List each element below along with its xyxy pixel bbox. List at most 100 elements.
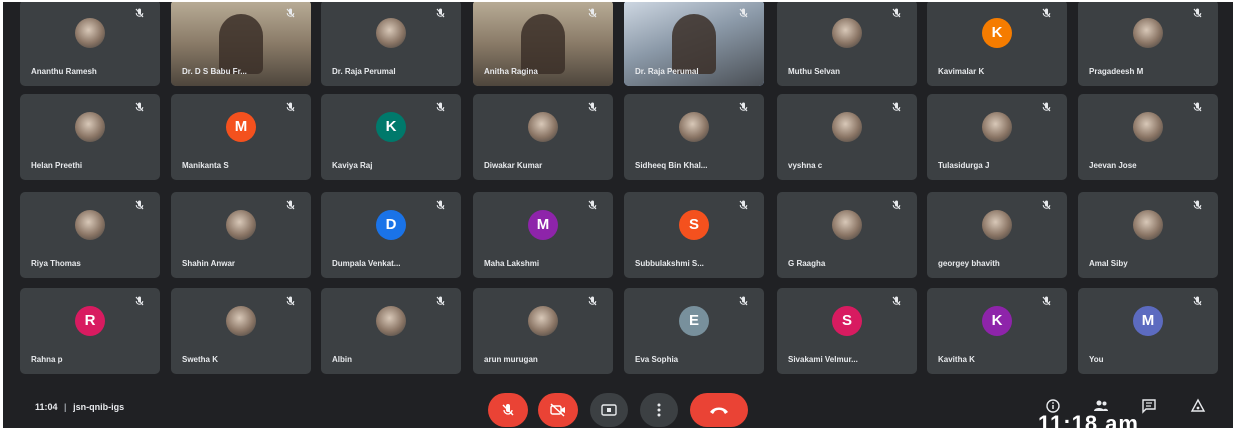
participant-tile[interactable]: G Raagha [777,192,917,278]
participant-name: G Raagha [788,259,826,268]
participant-tile[interactable]: R Rahna p [20,288,160,374]
participant-avatar [1133,210,1163,240]
participant-name: Amal Siby [1089,259,1128,268]
participant-avatar [75,210,105,240]
camera-toggle-button[interactable] [538,393,578,427]
participant-avatar [226,210,256,240]
camera-off-icon [550,403,565,417]
mic-muted-icon [1193,198,1202,210]
participant-avatar [832,18,862,48]
participant-tile[interactable]: Shahin Anwar [171,192,311,278]
participant-tile[interactable]: Helan Preethi [20,94,160,180]
participant-tile[interactable]: Riya Thomas [20,192,160,278]
participant-avatar: K [376,112,406,142]
chat-icon[interactable] [1141,398,1157,414]
meeting-details: 11:04 | jsn-qnib-igs [35,402,124,412]
participant-tile[interactable]: Amal Siby [1078,192,1218,278]
mic-muted-icon [135,294,144,306]
participant-name: Anitha Ragina [484,67,538,76]
participant-tile[interactable]: Pragadeesh M [1078,2,1218,86]
participant-name: Kavitha K [938,355,975,364]
mic-muted-icon [588,294,597,306]
participant-avatar [679,112,709,142]
mic-off-icon [502,404,514,416]
participant-tile[interactable]: arun murugan [473,288,613,374]
participant-name: Sidheeq Bin Khal... [635,161,708,170]
participant-tile[interactable]: M Manikanta S [171,94,311,180]
participant-tile[interactable]: Dr. D S Babu Fr... [171,2,311,86]
participant-tile[interactable]: Albin [321,288,461,374]
mic-muted-icon [1042,198,1051,210]
participant-name: Dumpala Venkat... [332,259,401,268]
participant-tile[interactable]: S Sivakami Velmur... [777,288,917,374]
participant-tile[interactable]: Diwakar Kumar [473,94,613,180]
participant-tile[interactable]: D Dumpala Venkat... [321,192,461,278]
participant-name: Kaviya Raj [332,161,373,170]
mic-muted-icon [892,294,901,306]
end-call-icon [710,407,728,414]
mic-toggle-button[interactable] [488,393,528,427]
participant-tile[interactable]: Dr. Raja Perumal [321,2,461,86]
activities-icon[interactable] [1190,398,1206,414]
mic-muted-icon [588,6,597,18]
participant-avatar [832,112,862,142]
mic-muted-icon [135,198,144,210]
participant-avatar: R [75,306,105,336]
participant-avatar [376,18,406,48]
participant-tile[interactable]: Swetha K [171,288,311,374]
end-call-button[interactable] [690,393,748,427]
participant-tile[interactable]: M You [1078,288,1218,374]
participant-name: Muthu Selvan [788,67,841,76]
present-screen-icon [601,404,617,416]
participant-avatar [1133,18,1163,48]
participant-name: vyshna c [788,161,823,170]
participant-name: Dr. D S Babu Fr... [182,67,247,76]
participant-tile[interactable]: Ananthu Ramesh [20,2,160,86]
participant-tile[interactable]: Dr. Raja Perumal [624,2,764,86]
mic-muted-icon [892,100,901,112]
participant-avatar: M [528,210,558,240]
mic-muted-icon [135,100,144,112]
participant-tile[interactable]: Anitha Ragina [473,2,613,86]
participant-avatar [75,18,105,48]
meeting-code[interactable]: jsn-qnib-igs [73,402,124,412]
participant-tile[interactable]: K Kaviya Raj [321,94,461,180]
participant-avatar [1133,112,1163,142]
meet-window: Ananthu Ramesh Dr. D S Babu Fr... Dr. Raja… [3,2,1233,428]
participant-name: Manikanta S [182,161,229,170]
participant-tile[interactable]: Sidheeq Bin Khal... [624,94,764,180]
participant-tile[interactable]: Muthu Selvan [777,2,917,86]
participant-tile[interactable]: Jeevan Jose [1078,94,1218,180]
participant-tile[interactable]: vyshna c [777,94,917,180]
participant-name: Kavimalar K [938,67,985,76]
participant-tile[interactable]: S Subbulakshmi S... [624,192,764,278]
participant-avatar [528,112,558,142]
participant-name: Riya Thomas [31,259,81,268]
participant-tile[interactable]: E Eva Sophia [624,288,764,374]
participant-tile[interactable]: K Kavimalar K [927,2,1067,86]
present-button[interactable] [590,393,628,427]
participant-tile[interactable]: M Maha Lakshmi [473,192,613,278]
participant-name: Pragadeesh M [1089,67,1144,76]
participant-avatar [832,210,862,240]
mic-muted-icon [436,198,445,210]
mic-muted-icon [1193,6,1202,18]
participant-name: Tulasidurga J [938,161,990,170]
participant-tile[interactable]: georgey bhavith [927,192,1067,278]
participant-figure [672,14,716,74]
meeting-time: 11:04 [35,402,58,412]
mic-muted-icon [588,198,597,210]
mic-muted-icon [1042,100,1051,112]
mic-muted-icon [739,6,748,18]
mic-muted-icon [286,198,295,210]
mic-muted-icon [436,294,445,306]
mic-muted-icon [1193,100,1202,112]
mic-muted-icon [739,198,748,210]
participant-avatar [226,306,256,336]
participant-tile[interactable]: Tulasidurga J [927,94,1067,180]
mic-muted-icon [135,6,144,18]
bottom-bar: 11:04 | jsn-qnib-igs 11:18 am [3,382,1233,428]
participant-tile[interactable]: K Kavitha K [927,288,1067,374]
more-options-button[interactable] [640,393,678,427]
mic-muted-icon [286,6,295,18]
